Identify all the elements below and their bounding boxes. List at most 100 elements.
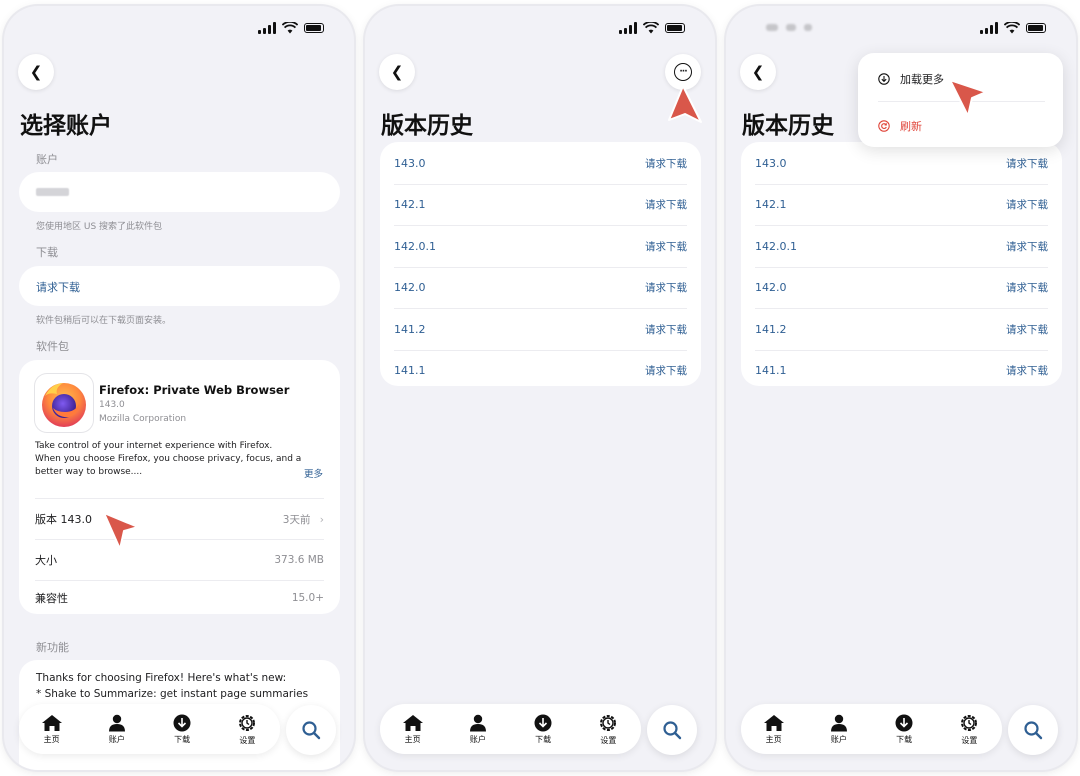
menu-item-load-more[interactable]: 加载更多 xyxy=(878,71,944,87)
version-row[interactable]: 143.0 请求下载 xyxy=(755,143,1048,185)
request-download-link[interactable]: 请求下载 xyxy=(645,280,687,295)
gear-icon xyxy=(600,714,617,731)
version-row[interactable]: 142.1 请求下载 xyxy=(755,185,1048,226)
tab-settings[interactable]: 设置 xyxy=(222,713,272,746)
request-download-link[interactable]: 请求下载 xyxy=(645,239,687,254)
compatibility-row-value: 15.0+ xyxy=(291,592,324,604)
tab-settings[interactable]: 设置 xyxy=(583,713,633,746)
request-download-link[interactable]: 请求下载 xyxy=(645,322,687,337)
tab-account[interactable]: 账户 xyxy=(92,714,142,745)
request-download-link[interactable]: 请求下载 xyxy=(1006,239,1048,254)
tab-account[interactable]: 账户 xyxy=(453,714,503,745)
tab-home-label: 主页 xyxy=(43,734,60,744)
version-row[interactable]: 142.0 请求下载 xyxy=(755,268,1048,309)
version-number: 141.1 xyxy=(394,364,426,378)
request-download-link[interactable]: 请求下载 xyxy=(1006,280,1048,295)
whats-new-section-label: 新功能 xyxy=(36,641,69,654)
account-field[interactable] xyxy=(19,172,340,212)
request-download-link[interactable]: 请求下载 xyxy=(1006,156,1048,171)
phone-version-history: ❮ ··· 版本历史 143.0 请求下载 142.1 请求下载 142.0.1 请求… xyxy=(365,6,715,770)
version-row[interactable]: 142.1 请求下载 xyxy=(394,185,687,226)
home-icon xyxy=(41,714,62,731)
request-download-link[interactable]: 请求下载 xyxy=(645,156,687,171)
package-section-label: 软件包 xyxy=(36,340,69,353)
signal-icon xyxy=(619,22,637,34)
back-button[interactable]: ❮ xyxy=(18,54,54,90)
download-note: 软件包稍后可以在下载页面安装。 xyxy=(36,316,172,326)
firefox-app-icon xyxy=(35,374,93,432)
search-icon xyxy=(302,721,321,740)
version-number: 142.1 xyxy=(394,198,426,212)
back-button[interactable]: ❮ xyxy=(740,54,776,90)
request-download-link[interactable]: 请求下载 xyxy=(1006,322,1048,337)
home-icon xyxy=(402,714,423,731)
request-download-link[interactable]: 请求下载 xyxy=(645,197,687,212)
description-line: When you choose Firefox, you choose priv… xyxy=(35,454,302,464)
version-list: 143.0 请求下载 142.1 请求下载 142.0.1 请求下载 142.0 请求下… xyxy=(380,142,701,386)
version-row[interactable]: 142.0.1 请求下载 xyxy=(755,226,1048,268)
app-description: Take control of your internet experience… xyxy=(35,440,325,479)
request-download-link[interactable]: 请求下载 xyxy=(1006,197,1048,212)
person-icon xyxy=(108,714,125,731)
tab-bar: 主页 账户 下载 设置 xyxy=(380,704,641,754)
tab-settings-label: 设置 xyxy=(239,735,256,745)
version-row[interactable]: 142.0.1 请求下载 xyxy=(394,226,687,268)
pointer-arrow-icon xyxy=(949,79,987,117)
version-row-label: 版本 143.0 xyxy=(35,513,92,526)
tab-account-label: 账户 xyxy=(469,734,486,744)
search-button[interactable] xyxy=(286,705,336,755)
chevron-left-icon: ❮ xyxy=(390,63,404,81)
page-title: 版本历史 xyxy=(742,113,834,139)
description-line: better way to browse.... xyxy=(35,467,143,477)
version-row[interactable]: 142.0 请求下载 xyxy=(394,268,687,309)
search-button[interactable] xyxy=(1008,705,1058,755)
tab-bar: 主页 账户 下载 设置 xyxy=(19,704,280,754)
tab-home[interactable]: 主页 xyxy=(388,714,438,745)
version-number: 141.1 xyxy=(755,364,787,378)
region-note: 您使用地区 US 搜索了此软件包 xyxy=(36,222,163,232)
whats-new-line: Thanks for choosing Firefox! Here's what… xyxy=(36,672,287,684)
version-row[interactable]: 版本 143.0 3天前 › xyxy=(35,498,324,539)
version-row[interactable]: 141.1 请求下载 xyxy=(755,351,1048,392)
phone-select-account: ❮ 选择账户 账户 您使用地区 US 搜索了此软件包 下载 请求下载 软件包稍后… xyxy=(4,6,354,770)
status-bar xyxy=(619,22,685,34)
back-button[interactable]: ❮ xyxy=(379,54,415,90)
tab-download[interactable]: 下载 xyxy=(157,714,207,745)
version-row[interactable]: 141.2 请求下载 xyxy=(755,309,1048,351)
phone-version-history-menu: ❮ 版本历史 143.0 请求下载 142.1 请求下载 142.0.1 请求下载 1… xyxy=(726,6,1076,770)
refresh-icon xyxy=(878,120,890,132)
request-download-link[interactable]: 请求下载 xyxy=(1006,363,1048,378)
version-row[interactable]: 143.0 请求下载 xyxy=(394,143,687,185)
battery-icon xyxy=(304,23,324,33)
app-version: 143.0 xyxy=(99,400,125,410)
wifi-icon xyxy=(1004,22,1020,34)
tab-download[interactable]: 下载 xyxy=(518,714,568,745)
tab-account-label: 账户 xyxy=(830,734,847,744)
version-number: 142.0 xyxy=(394,281,426,295)
version-row[interactable]: 141.2 请求下载 xyxy=(394,309,687,351)
ellipsis-circle-icon: ··· xyxy=(674,63,692,81)
menu-item-refresh[interactable]: 刷新 xyxy=(878,118,922,134)
whats-new-line: * Shake to Summarize: get instant page s… xyxy=(36,688,309,700)
download-section-label: 下载 xyxy=(36,246,58,259)
chevron-left-icon: ❮ xyxy=(29,63,43,81)
version-number: 141.2 xyxy=(394,322,426,336)
tab-home[interactable]: 主页 xyxy=(27,714,77,745)
compatibility-row-label: 兼容性 xyxy=(35,592,68,605)
tab-download[interactable]: 下载 xyxy=(879,714,929,745)
battery-icon xyxy=(1026,23,1046,33)
tab-bar: 主页 账户 下载 设置 xyxy=(741,704,1002,754)
home-icon xyxy=(763,714,784,731)
account-value-redacted xyxy=(36,188,69,196)
tab-settings[interactable]: 设置 xyxy=(944,713,994,746)
version-row[interactable]: 141.1 请求下载 xyxy=(394,351,687,392)
download-circle-icon xyxy=(534,714,552,731)
version-number: 142.0 xyxy=(755,281,787,295)
tab-account[interactable]: 账户 xyxy=(814,714,864,745)
tab-home[interactable]: 主页 xyxy=(749,714,799,745)
request-download-button[interactable]: 请求下载 xyxy=(19,266,340,306)
more-link[interactable]: 更多 xyxy=(304,466,323,480)
person-icon xyxy=(830,714,847,731)
search-button[interactable] xyxy=(647,705,697,755)
request-download-link[interactable]: 请求下载 xyxy=(645,363,687,378)
